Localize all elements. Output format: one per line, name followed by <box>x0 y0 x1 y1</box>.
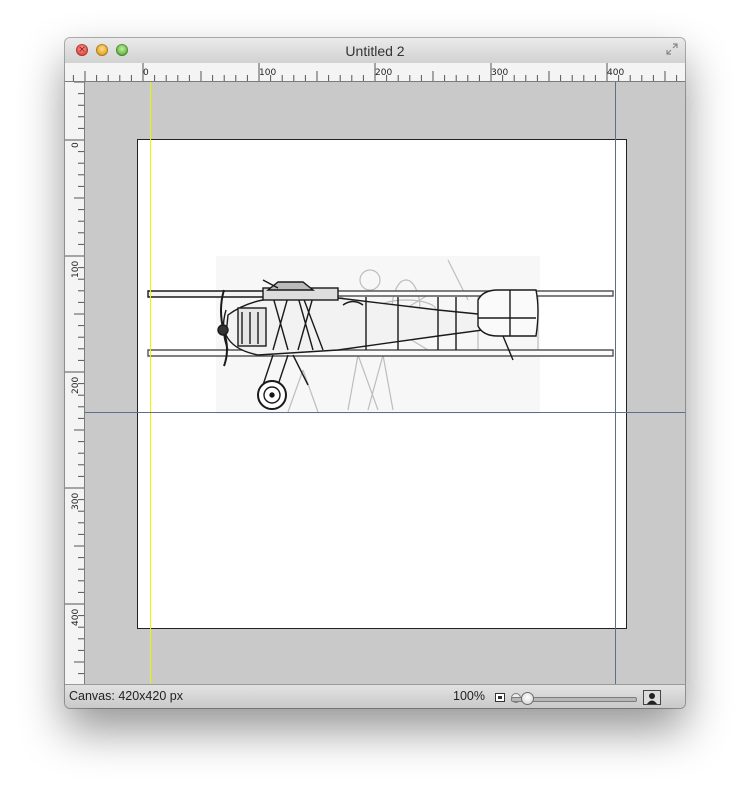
vruler-label-200: 200 <box>71 376 81 394</box>
vertical-ruler[interactable]: 0 100 200 300 400 <box>65 82 85 684</box>
canvas-size-label: Canvas: 420x420 px <box>69 689 183 703</box>
vruler-label-400: 400 <box>71 608 81 626</box>
workspace[interactable] <box>85 82 685 684</box>
status-bar: Canvas: 420x420 px 100% <box>65 684 685 708</box>
vertical-guide-yellow[interactable] <box>150 82 151 684</box>
vruler-label-300: 300 <box>71 492 81 510</box>
biplane-drawing <box>147 256 614 414</box>
horizontal-ruler[interactable]: 0 100 200 300 400 <box>65 63 685 82</box>
vertical-guide-blue[interactable] <box>615 82 616 684</box>
title-bar[interactable]: × Untitled 2 <box>65 38 685 63</box>
hruler-label-400: 400 <box>607 68 625 78</box>
hruler-label-200: 200 <box>375 68 393 78</box>
fullscreen-icon[interactable] <box>665 42 679 56</box>
window-title: Untitled 2 <box>345 43 405 59</box>
vruler-label-0: 0 <box>71 142 81 148</box>
hruler-label-0: 0 <box>143 68 149 78</box>
zoom-level: 100% <box>453 689 485 703</box>
hruler-label-100: 100 <box>259 68 277 78</box>
horizontal-guide-blue[interactable] <box>85 412 685 413</box>
zoom-slider-thumb[interactable] <box>521 692 534 705</box>
fit-to-window-icon[interactable] <box>495 693 505 702</box>
canvas[interactable] <box>137 139 627 629</box>
hruler-label-300: 300 <box>491 68 509 78</box>
actual-size-icon[interactable] <box>643 690 661 705</box>
vruler-label-100: 100 <box>71 260 81 278</box>
app-window: × Untitled 2 0 100 200 300 400 0 100 200… <box>65 38 685 708</box>
